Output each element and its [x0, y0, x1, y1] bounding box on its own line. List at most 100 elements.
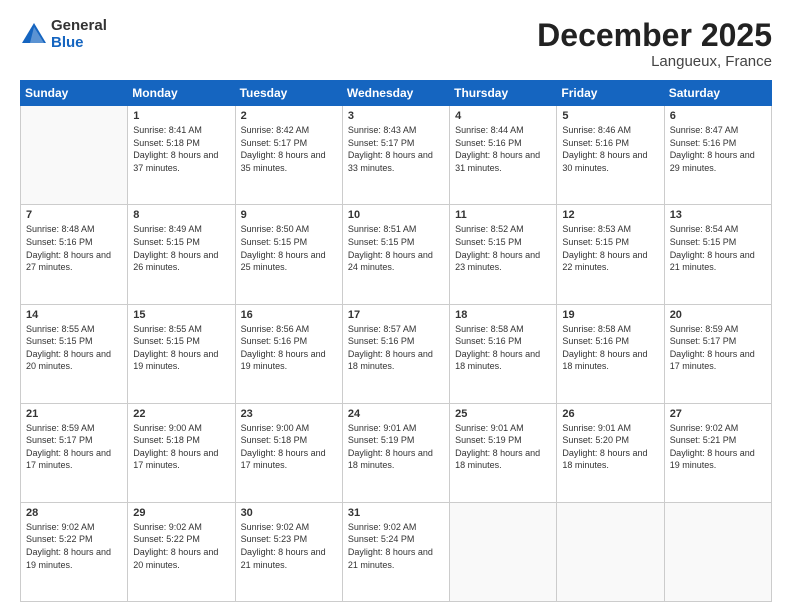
- logo-blue: Blue: [51, 35, 107, 52]
- day-info: Sunrise: 8:51 AMSunset: 5:15 PMDaylight:…: [348, 223, 444, 273]
- day-info: Sunrise: 9:01 AMSunset: 5:19 PMDaylight:…: [455, 422, 551, 472]
- day-info: Sunrise: 8:54 AMSunset: 5:15 PMDaylight:…: [670, 223, 766, 273]
- day-info: Sunrise: 9:01 AMSunset: 5:19 PMDaylight:…: [348, 422, 444, 472]
- day-number: 11: [455, 209, 551, 221]
- logo-icon: [20, 21, 48, 49]
- col-monday: Monday: [128, 81, 235, 106]
- calendar-week-2: 7 Sunrise: 8:48 AMSunset: 5:16 PMDaylight…: [21, 205, 772, 304]
- location-label: Langueux, France: [537, 53, 772, 70]
- day-info: Sunrise: 8:42 AMSunset: 5:17 PMDaylight:…: [241, 124, 337, 174]
- day-number: 20: [670, 309, 766, 321]
- day-info: Sunrise: 8:57 AMSunset: 5:16 PMDaylight:…: [348, 323, 444, 373]
- calendar-cell: [450, 502, 557, 601]
- day-info: Sunrise: 8:43 AMSunset: 5:17 PMDaylight:…: [348, 124, 444, 174]
- day-info: Sunrise: 8:58 AMSunset: 5:16 PMDaylight:…: [562, 323, 658, 373]
- col-saturday: Saturday: [664, 81, 771, 106]
- calendar-cell: 7 Sunrise: 8:48 AMSunset: 5:16 PMDaylight…: [21, 205, 128, 304]
- day-info: Sunrise: 8:56 AMSunset: 5:16 PMDaylight:…: [241, 323, 337, 373]
- day-number: 8: [133, 209, 229, 221]
- col-wednesday: Wednesday: [342, 81, 449, 106]
- calendar-cell: 16 Sunrise: 8:56 AMSunset: 5:16 PMDayligh…: [235, 304, 342, 403]
- calendar-cell: 22 Sunrise: 9:00 AMSunset: 5:18 PMDayligh…: [128, 403, 235, 502]
- calendar-table: Sunday Monday Tuesday Wednesday Thursday…: [20, 80, 772, 602]
- calendar-cell: 18Sunrise: 8:58 AMSunset: 5:16 PMDayligh…: [450, 304, 557, 403]
- logo: General Blue: [20, 18, 107, 51]
- calendar-cell: 12 Sunrise: 8:53 AMSunset: 5:15 PMDayligh…: [557, 205, 664, 304]
- title-block: December 2025 Langueux, France: [537, 18, 772, 70]
- calendar-week-4: 21Sunrise: 8:59 AMSunset: 5:17 PMDayligh…: [21, 403, 772, 502]
- calendar-cell: 10 Sunrise: 8:51 AMSunset: 5:15 PMDayligh…: [342, 205, 449, 304]
- calendar-cell: 14Sunrise: 8:55 AMSunset: 5:15 PMDayligh…: [21, 304, 128, 403]
- day-number: 23: [241, 408, 337, 420]
- day-info: Sunrise: 9:02 AMSunset: 5:23 PMDaylight:…: [241, 521, 337, 571]
- col-sunday: Sunday: [21, 81, 128, 106]
- calendar-week-5: 28Sunrise: 9:02 AMSunset: 5:22 PMDayligh…: [21, 502, 772, 601]
- day-info: Sunrise: 9:02 AMSunset: 5:22 PMDaylight:…: [133, 521, 229, 571]
- day-info: Sunrise: 8:55 AMSunset: 5:15 PMDaylight:…: [26, 323, 122, 373]
- calendar-cell: [664, 502, 771, 601]
- calendar-cell: 11 Sunrise: 8:52 AMSunset: 5:15 PMDayligh…: [450, 205, 557, 304]
- calendar-cell: 9Sunrise: 8:50 AMSunset: 5:15 PMDaylight…: [235, 205, 342, 304]
- day-number: 3: [348, 110, 444, 122]
- day-info: Sunrise: 8:59 AMSunset: 5:17 PMDaylight:…: [26, 422, 122, 472]
- day-number: 31: [348, 507, 444, 519]
- calendar-cell: 24 Sunrise: 9:01 AMSunset: 5:19 PMDayligh…: [342, 403, 449, 502]
- calendar-cell: 25 Sunrise: 9:01 AMSunset: 5:19 PMDayligh…: [450, 403, 557, 502]
- day-info: Sunrise: 8:53 AMSunset: 5:15 PMDaylight:…: [562, 223, 658, 273]
- calendar-cell: 23 Sunrise: 9:00 AMSunset: 5:18 PMDayligh…: [235, 403, 342, 502]
- day-number: 22: [133, 408, 229, 420]
- col-tuesday: Tuesday: [235, 81, 342, 106]
- calendar-body: 1Sunrise: 8:41 AMSunset: 5:18 PMDaylight…: [21, 106, 772, 602]
- day-info: Sunrise: 9:00 AMSunset: 5:18 PMDaylight:…: [241, 422, 337, 472]
- calendar-week-3: 14Sunrise: 8:55 AMSunset: 5:15 PMDayligh…: [21, 304, 772, 403]
- day-info: Sunrise: 9:00 AMSunset: 5:18 PMDaylight:…: [133, 422, 229, 472]
- calendar-cell: 4 Sunrise: 8:44 AMSunset: 5:16 PMDaylight…: [450, 106, 557, 205]
- day-number: 24: [348, 408, 444, 420]
- calendar-cell: 19 Sunrise: 8:58 AMSunset: 5:16 PMDayligh…: [557, 304, 664, 403]
- day-number: 6: [670, 110, 766, 122]
- day-number: 26: [562, 408, 658, 420]
- day-number: 12: [562, 209, 658, 221]
- calendar-cell: 5 Sunrise: 8:46 AMSunset: 5:16 PMDaylight…: [557, 106, 664, 205]
- page: General Blue December 2025 Langueux, Fra…: [0, 0, 792, 612]
- calendar-cell: [557, 502, 664, 601]
- day-info: Sunrise: 8:48 AMSunset: 5:16 PMDaylight:…: [26, 223, 122, 273]
- calendar-cell: 3 Sunrise: 8:43 AMSunset: 5:17 PMDaylight…: [342, 106, 449, 205]
- calendar-cell: 20 Sunrise: 8:59 AMSunset: 5:17 PMDayligh…: [664, 304, 771, 403]
- calendar-cell: 8 Sunrise: 8:49 AMSunset: 5:15 PMDaylight…: [128, 205, 235, 304]
- day-number: 16: [241, 309, 337, 321]
- day-number: 18: [455, 309, 551, 321]
- calendar-cell: 17Sunrise: 8:57 AMSunset: 5:16 PMDayligh…: [342, 304, 449, 403]
- calendar-cell: 2Sunrise: 8:42 AMSunset: 5:17 PMDaylight…: [235, 106, 342, 205]
- day-number: 27: [670, 408, 766, 420]
- day-number: 7: [26, 209, 122, 221]
- day-number: 30: [241, 507, 337, 519]
- day-number: 1: [133, 110, 229, 122]
- day-info: Sunrise: 8:47 AMSunset: 5:16 PMDaylight:…: [670, 124, 766, 174]
- day-number: 15: [133, 309, 229, 321]
- day-info: Sunrise: 8:46 AMSunset: 5:16 PMDaylight:…: [562, 124, 658, 174]
- calendar-cell: 26Sunrise: 9:01 AMSunset: 5:20 PMDayligh…: [557, 403, 664, 502]
- day-info: Sunrise: 8:59 AMSunset: 5:17 PMDaylight:…: [670, 323, 766, 373]
- day-info: Sunrise: 8:49 AMSunset: 5:15 PMDaylight:…: [133, 223, 229, 273]
- day-number: 10: [348, 209, 444, 221]
- day-info: Sunrise: 8:44 AMSunset: 5:16 PMDaylight:…: [455, 124, 551, 174]
- calendar-cell: 27Sunrise: 9:02 AMSunset: 5:21 PMDayligh…: [664, 403, 771, 502]
- day-number: 5: [562, 110, 658, 122]
- day-info: Sunrise: 9:02 AMSunset: 5:22 PMDaylight:…: [26, 521, 122, 571]
- day-number: 19: [562, 309, 658, 321]
- day-number: 25: [455, 408, 551, 420]
- calendar-cell: 6 Sunrise: 8:47 AMSunset: 5:16 PMDaylight…: [664, 106, 771, 205]
- header: General Blue December 2025 Langueux, Fra…: [20, 18, 772, 70]
- calendar-cell: 29Sunrise: 9:02 AMSunset: 5:22 PMDayligh…: [128, 502, 235, 601]
- calendar-cell: 21Sunrise: 8:59 AMSunset: 5:17 PMDayligh…: [21, 403, 128, 502]
- day-info: Sunrise: 8:52 AMSunset: 5:15 PMDaylight:…: [455, 223, 551, 273]
- col-thursday: Thursday: [450, 81, 557, 106]
- calendar-cell: 31 Sunrise: 9:02 AMSunset: 5:24 PMDayligh…: [342, 502, 449, 601]
- calendar-cell: 15Sunrise: 8:55 AMSunset: 5:15 PMDayligh…: [128, 304, 235, 403]
- day-number: 4: [455, 110, 551, 122]
- calendar-cell: 1Sunrise: 8:41 AMSunset: 5:18 PMDaylight…: [128, 106, 235, 205]
- day-info: Sunrise: 8:50 AMSunset: 5:15 PMDaylight:…: [241, 223, 337, 273]
- day-info: Sunrise: 9:02 AMSunset: 5:24 PMDaylight:…: [348, 521, 444, 571]
- day-number: 13: [670, 209, 766, 221]
